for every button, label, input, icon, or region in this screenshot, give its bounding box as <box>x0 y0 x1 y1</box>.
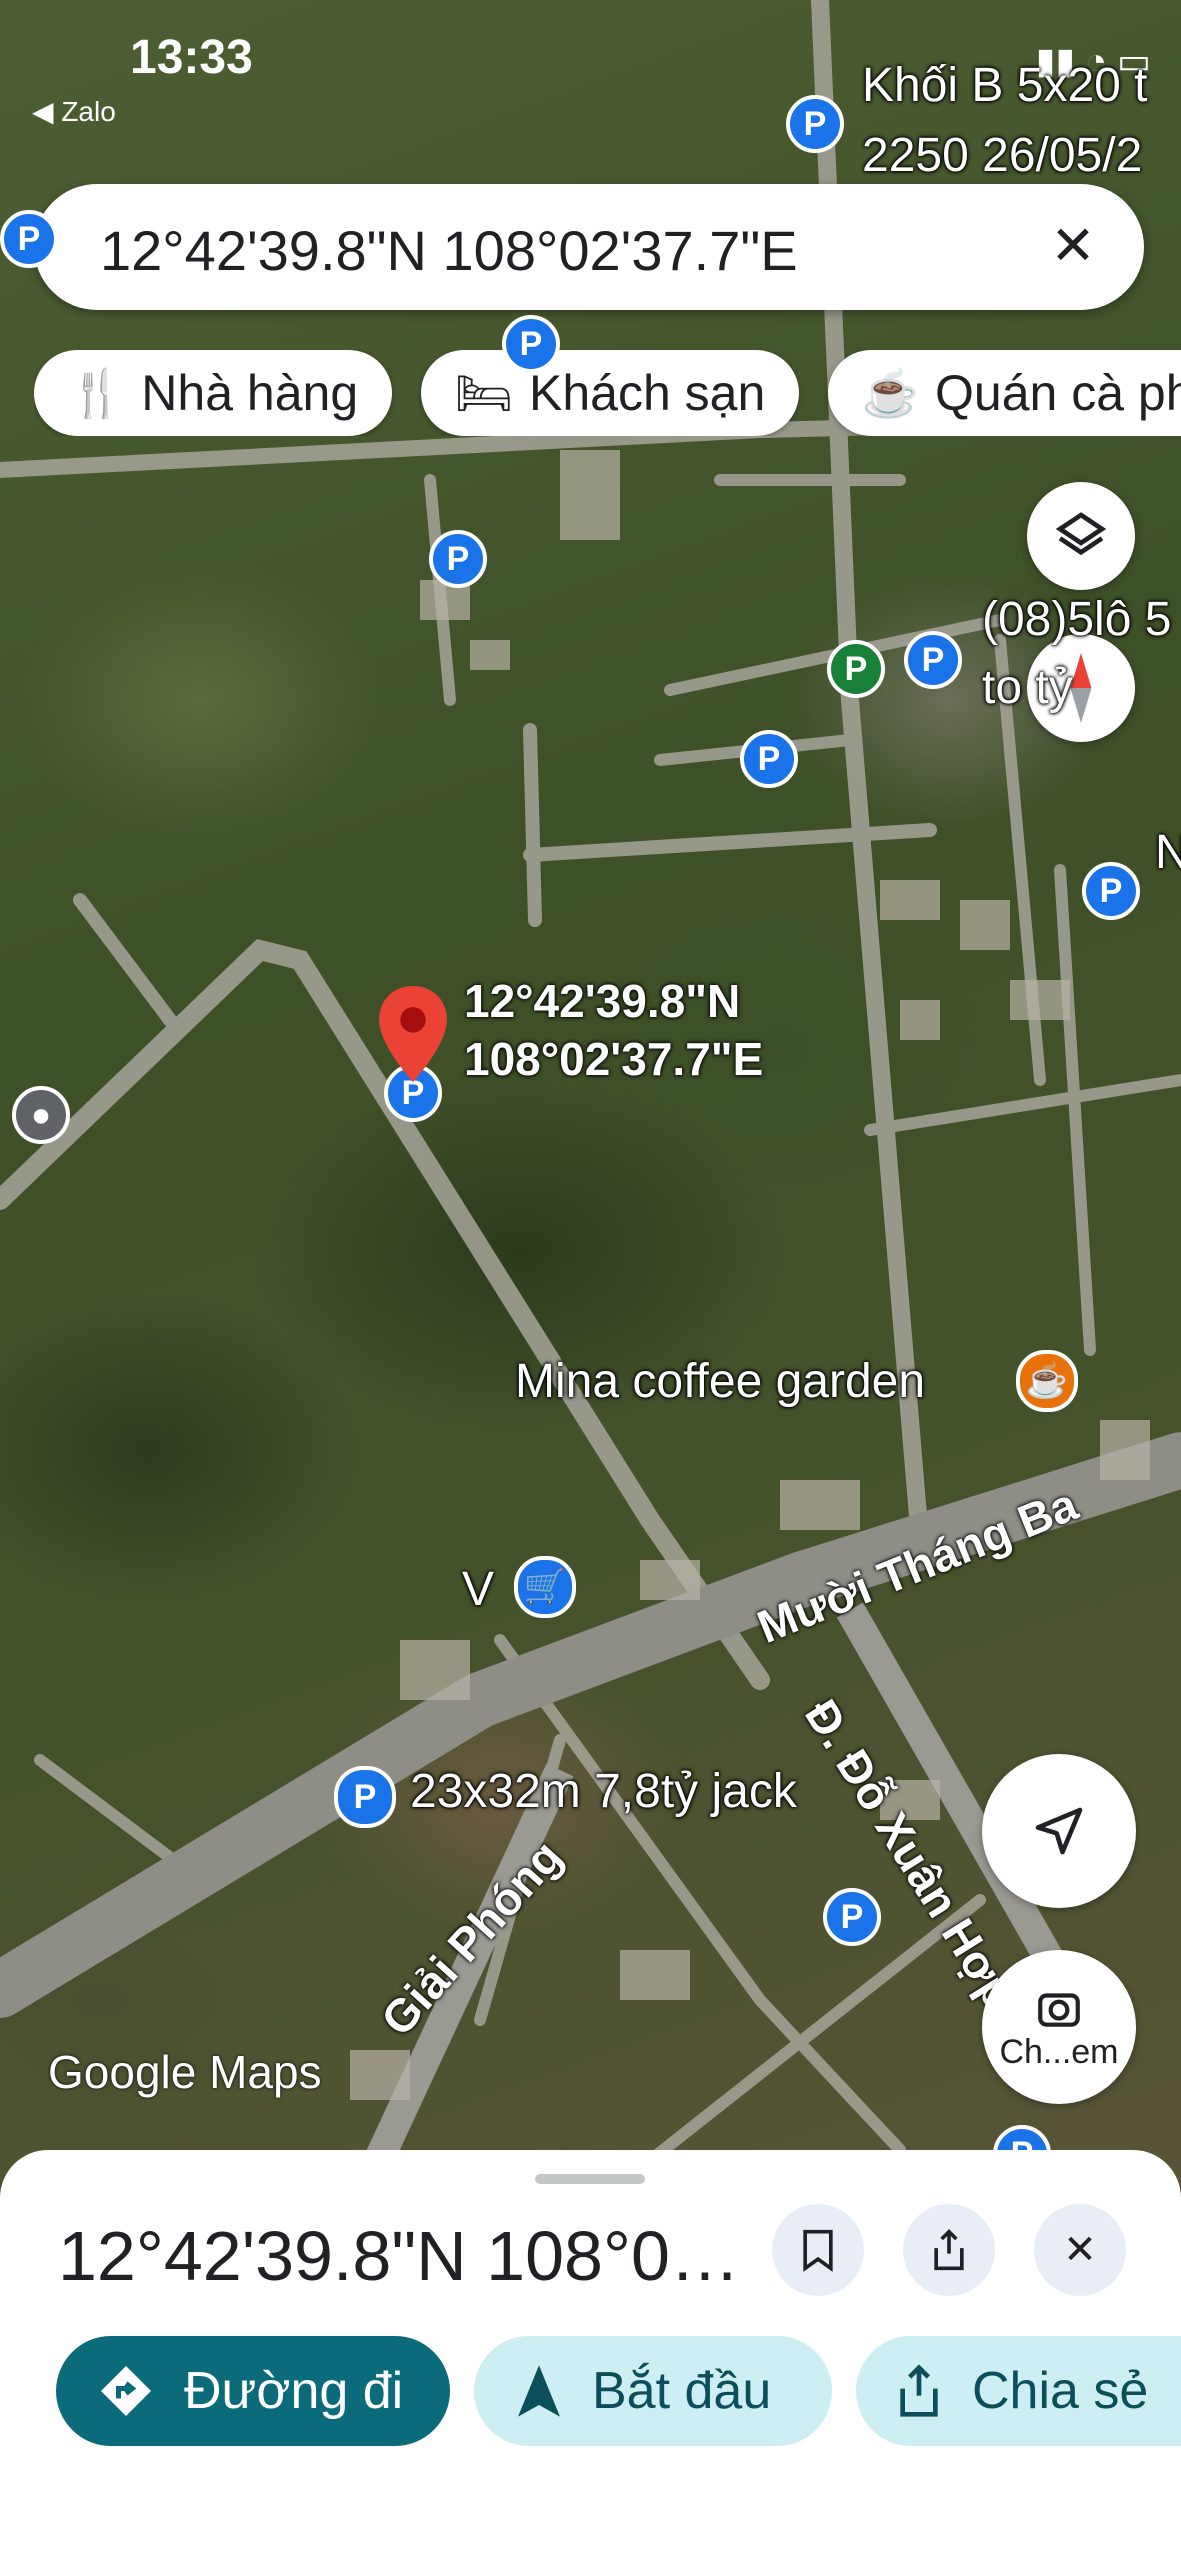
start-button[interactable]: Bắt đầu <box>474 2336 832 2446</box>
back-to-app-link[interactable]: ◀ Zalo <box>32 95 116 128</box>
drag-handle[interactable] <box>535 2174 645 2184</box>
place-label-coffee[interactable]: Mina coffee garden <box>515 1354 925 1409</box>
camera-search-icon <box>1038 1992 1080 2027</box>
poi-marker[interactable]: P <box>1082 862 1140 920</box>
share-label: Chia sẻ <box>972 2362 1149 2420</box>
directions-label: Đường đi <box>184 2362 404 2420</box>
lens-button[interactable]: Ch...em <box>982 1950 1136 2104</box>
layers-button[interactable] <box>1027 482 1135 590</box>
dropped-pin-icon[interactable] <box>378 986 448 1082</box>
share-icon <box>894 2363 944 2419</box>
poi-marker[interactable]: P <box>429 530 487 588</box>
hotel-icon: 🛏 <box>454 366 513 419</box>
place-label[interactable]: N <box>1155 825 1181 880</box>
start-label: Bắt đầu <box>592 2362 772 2420</box>
chip-label: Khách sạn <box>529 365 766 421</box>
poi-marker[interactable]: P <box>740 730 798 788</box>
share-button[interactable] <box>903 2204 995 2296</box>
close-button[interactable]: ✕ <box>1034 2204 1126 2296</box>
pin-label-line2: 108°02'37.7"E <box>464 1033 764 1085</box>
share-action-button[interactable]: Chia sẻ <box>856 2336 1181 2446</box>
share-icon <box>934 2229 964 2271</box>
restaurant-icon: 🍴 <box>68 366 126 419</box>
bookmark-icon <box>803 2229 833 2272</box>
search-bar[interactable]: 12°42'39.8"N 108°02'37.7"E ✕ <box>34 184 1144 310</box>
layers-icon <box>1055 512 1107 556</box>
navigation-arrow-icon <box>1035 1807 1083 1855</box>
poi-marker[interactable]: P <box>0 210 58 268</box>
save-button[interactable] <box>772 2204 864 2296</box>
chip-label: Nhà hàng <box>141 365 359 421</box>
place-label-land[interactable]: 23x32m 7,8tỷ jack <box>410 1764 797 1819</box>
place-label-shop[interactable]: V <box>462 1562 494 1617</box>
poi-marker[interactable]: P <box>823 1888 881 1946</box>
poi-marker[interactable]: P <box>502 315 560 373</box>
place-label[interactable]: Khối B 5x20 t <box>862 58 1148 113</box>
shopping-cart-icon[interactable]: 🛒 <box>514 1556 576 1618</box>
chip-cafes[interactable]: ☕ Quán cà phê <box>827 350 1181 436</box>
my-location-button[interactable] <box>982 1754 1136 1908</box>
directions-icon <box>96 2361 156 2421</box>
pin-label-line1: 12°42'39.8"N <box>464 975 741 1027</box>
poi-marker-green[interactable]: P <box>827 640 885 698</box>
category-chips: 🍴 Nhà hàng 🛏 Khách sạn ☕ Quán cà phê <box>34 350 1181 436</box>
poi-marker[interactable]: P <box>334 1766 396 1828</box>
google-maps-watermark: Google Maps <box>48 2046 322 2098</box>
chip-hotels[interactable]: 🛏 Khách sạn <box>420 350 800 436</box>
cafe-icon: ☕ <box>861 366 920 419</box>
poi-marker[interactable]: P <box>786 95 844 153</box>
poi-marker[interactable]: P <box>904 631 962 689</box>
map-satellite-view[interactable]: 13:33 ◀ Zalo ▮▮ ◔ ▭ 12°42'39.8"N 108°02'… <box>0 0 1181 2200</box>
close-icon: ✕ <box>1063 2228 1097 2272</box>
place-label[interactable]: 2250 26/05/2 <box>862 128 1142 183</box>
place-label[interactable]: to tỷ <box>982 660 1073 715</box>
chip-restaurants[interactable]: 🍴 Nhà hàng <box>34 350 393 436</box>
search-query[interactable]: 12°42'39.8"N 108°02'37.7"E <box>100 218 798 283</box>
lens-button-label: Ch...em <box>999 2032 1119 2071</box>
bottom-sheet[interactable]: 12°42'39.8"N 108°02'37.7"E ✕ Đường đi Bắ… <box>0 2150 1181 2560</box>
place-label[interactable]: (08)5lô 5 <box>982 592 1171 647</box>
pin-coordinates-label: 12°42'39.8"N 108°02'37.7"E <box>464 972 763 1088</box>
poi-marker-gray[interactable]: ● <box>12 1086 70 1144</box>
chip-label: Quán cà phê <box>935 365 1181 421</box>
cafe-marker-icon[interactable]: ☕ <box>1016 1350 1078 1412</box>
directions-button[interactable]: Đường đi <box>56 2336 450 2446</box>
navigation-arrow-icon <box>514 2363 564 2419</box>
sheet-title: 12°42'39.8"N 108°02'37.7"E <box>58 2217 758 2295</box>
status-time: 13:33 <box>130 31 253 84</box>
clear-search-icon[interactable]: ✕ <box>1038 210 1108 280</box>
